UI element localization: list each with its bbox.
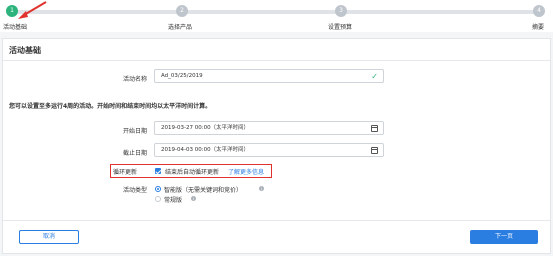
step-1-label: 活动基础 — [3, 24, 28, 31]
campaign-name-value: Ad_03/25/2019 — [161, 73, 203, 79]
step-3-label: 设置预算 — [328, 24, 353, 31]
title-divider — [3, 60, 550, 61]
type-label: 活动类型 — [122, 187, 147, 194]
start-date-input[interactable]: 2019-03-27 00:00（太平洋时间） — [154, 121, 384, 135]
step-4-circle: 4 — [533, 5, 545, 17]
learn-more-link[interactable]: 了解更多信息 — [228, 167, 264, 176]
campaign-basics-card: 活动基础 活动名称 Ad_03/25/2019 ✓ 您可以设置至多运行4周的活动… — [2, 38, 551, 254]
calendar-icon[interactable] — [371, 147, 378, 154]
progress-stepper: 1 活动基础 2 选择产品 3 设置预算 4 摘要 — [0, 0, 553, 32]
loop-label: 循环更新 — [113, 169, 138, 176]
smart-type-radio[interactable] — [155, 186, 161, 192]
footer-divider — [3, 220, 550, 221]
campaign-name-input[interactable]: Ad_03/25/2019 ✓ — [154, 69, 384, 83]
card-title: 活动基础 — [9, 46, 41, 55]
check-icon: ✓ — [371, 72, 378, 81]
next-button[interactable]: 下一页 — [470, 230, 538, 244]
start-date-label: 开始日期 — [122, 128, 147, 135]
loop-checkbox[interactable] — [155, 168, 161, 174]
calendar-icon[interactable] — [371, 125, 378, 132]
smart-type-label[interactable]: 智能版（无需关键词和竞价） — [164, 185, 242, 194]
red-arrow-annotation — [18, 1, 47, 19]
end-date-value: 2019-04-03 00:00（太平洋时间） — [161, 147, 250, 153]
stepper-track — [12, 10, 541, 14]
step-4-label: 摘要 — [532, 24, 545, 31]
loop-checkbox-label[interactable]: 结束后自动循环更新 — [165, 167, 219, 176]
step-2-circle: 2 — [176, 5, 188, 17]
step-3-circle: 3 — [335, 5, 347, 17]
name-label: 活动名称 — [122, 76, 147, 83]
end-date-label: 截止日期 — [122, 150, 147, 157]
schedule-note: 您可以设置至多运行4周的活动。开始时间和结束时间均以太平洋时间计算。 — [9, 103, 212, 110]
step-2-label: 选择产品 — [168, 24, 193, 31]
normal-type-label[interactable]: 常规版 — [164, 195, 182, 204]
info-icon[interactable]: i — [259, 186, 264, 191]
start-date-value: 2019-03-27 00:00（太平洋时间） — [161, 125, 250, 131]
normal-type-radio[interactable] — [155, 196, 161, 202]
cancel-button[interactable]: 取消 — [19, 230, 79, 244]
info-icon[interactable]: i — [191, 196, 196, 201]
end-date-input[interactable]: 2019-04-03 00:00（太平洋时间） — [154, 143, 384, 157]
